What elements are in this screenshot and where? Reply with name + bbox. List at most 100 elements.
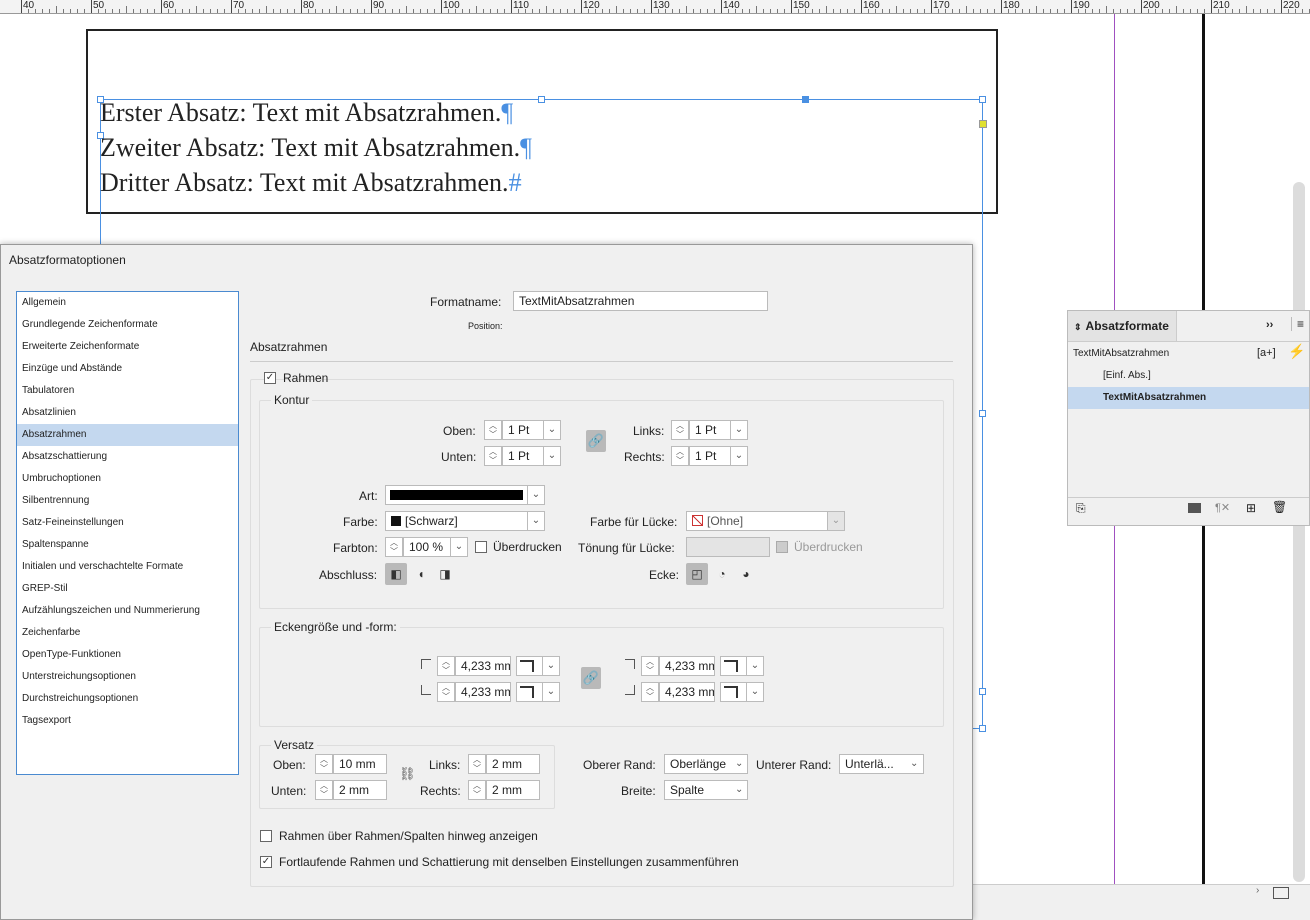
category-item[interactable]: OpenType-Funktionen [17, 644, 238, 666]
vertical-scrollbar[interactable] [1293, 182, 1305, 882]
toenung-luecke-input[interactable] [686, 537, 770, 557]
category-item[interactable]: Erweiterte Zeichenformate [17, 336, 238, 358]
frame-handle-br2[interactable] [979, 725, 986, 732]
category-list[interactable]: Allgemein Grundlegende Zeichenformate Erwe… [16, 291, 239, 775]
farbe-luecke-select[interactable]: [Ohne] [686, 511, 829, 531]
farbe-select[interactable]: [Schwarz] [385, 511, 528, 531]
category-item[interactable]: Grundlegende Zeichenformate [17, 314, 238, 336]
category-item[interactable]: Absatzschattierung [17, 446, 238, 468]
style-item[interactable]: [Einf. Abs.] [1068, 365, 1309, 387]
br-input[interactable]: 4,233 mm [659, 682, 715, 702]
versatz-rechts-stepper[interactable]: ︿ ﹀ [468, 780, 486, 800]
document-text[interactable]: Erster Absatz: Text mit Absatzrahmen.¶ Z… [100, 95, 532, 200]
split-view-icon[interactable] [1273, 887, 1289, 899]
tr-stepper[interactable]: ︿ ﹀ [641, 656, 659, 676]
farbe-luecke-dropdown[interactable]: ⌄ [827, 511, 845, 531]
art-select[interactable] [385, 485, 528, 505]
bevel-join-icon[interactable]: ◕ [735, 563, 757, 585]
category-item[interactable]: Durchstreichungsoptionen [17, 688, 238, 710]
style-list[interactable]: [Einf. Abs.] TextMitAbsatzrahmen [1068, 365, 1309, 497]
category-item[interactable]: Tagsexport [17, 710, 238, 732]
category-item[interactable]: Einzüge und Abstände [17, 358, 238, 380]
versatz-oben-input[interactable]: 10 mm [333, 754, 387, 774]
bl-input[interactable]: 4,233 mm [455, 682, 511, 702]
paragraph-2[interactable]: Zweiter Absatz: Text mit Absatzrahmen.¶ [100, 130, 532, 165]
rechts-input[interactable]: 1 Pt [689, 446, 731, 466]
new-from-selection-button[interactable]: [a+] [1257, 347, 1276, 359]
scroll-right-icon[interactable]: › [1256, 885, 1259, 896]
format-name-input[interactable]: TextMitAbsatzrahmen [513, 291, 768, 311]
new-style-icon[interactable]: ⊞ [1246, 501, 1256, 515]
panel-tab[interactable]: ⇕ Absatzformate [1068, 311, 1177, 341]
rechts-stepper[interactable]: ︿ ﹀ [671, 446, 689, 466]
category-item[interactable]: Absatzrahmen [17, 424, 238, 446]
panel-menu-icon[interactable]: ≡ [1291, 317, 1304, 331]
category-item[interactable]: Allgemein [17, 292, 238, 314]
bl-stepper[interactable]: ︿ ﹀ [437, 682, 455, 702]
br-stepper[interactable]: ︿ ﹀ [641, 682, 659, 702]
oben-input[interactable]: 1 Pt [502, 420, 544, 440]
tr-shape-select[interactable] [720, 656, 747, 676]
round-cap-icon[interactable]: ◖ [410, 563, 432, 585]
projecting-cap-icon[interactable]: ◨ [434, 563, 456, 585]
oben-stepper[interactable]: ︿ ﹀ [484, 420, 502, 440]
frame-handle-center[interactable] [802, 96, 809, 103]
category-item[interactable]: Aufzählungszeichen und Nummerierung [17, 600, 238, 622]
links-input[interactable]: 1 Pt [689, 420, 731, 440]
br-shape-select[interactable] [720, 682, 747, 702]
category-item[interactable]: Zeichenfarbe [17, 622, 238, 644]
category-item[interactable]: Absatzlinien [17, 402, 238, 424]
horizontal-ruler[interactable]: 40 50 60 70 80 90 100 110 120 130 140 150 160 170 180 1… [0, 0, 1310, 14]
category-item[interactable]: Tabulatoren [17, 380, 238, 402]
bl-shape-dropdown[interactable]: ⌄ [542, 682, 560, 702]
rechts-dropdown[interactable]: ⌄ [730, 446, 748, 466]
miter-join-icon[interactable]: ◰ [686, 563, 708, 585]
category-item[interactable]: Spaltenspanne [17, 534, 238, 556]
folder-icon[interactable] [1188, 503, 1201, 513]
link-corners-icon[interactable]: 🔗 [581, 667, 601, 689]
category-item[interactable]: Unterstreichungsoptionen [17, 666, 238, 688]
tr-shape-dropdown[interactable]: ⌄ [746, 656, 764, 676]
collapse-icon[interactable]: ⇕ [1074, 322, 1082, 332]
farbe-dropdown[interactable]: ⌄ [527, 511, 545, 531]
versatz-links-stepper[interactable]: ︿ ﹀ [468, 754, 486, 774]
versatz-unten-input[interactable]: 2 mm [333, 780, 387, 800]
versatz-links-input[interactable]: 2 mm [486, 754, 540, 774]
unten-input[interactable]: 1 Pt [502, 446, 544, 466]
category-item[interactable]: Umbruchoptionen [17, 468, 238, 490]
links-dropdown[interactable]: ⌄ [730, 420, 748, 440]
br-shape-dropdown[interactable]: ⌄ [746, 682, 764, 702]
style-item[interactable]: TextMitAbsatzrahmen [1068, 387, 1309, 409]
butt-cap-icon[interactable]: ◧ [385, 563, 407, 585]
paragraph-1[interactable]: Erster Absatz: Text mit Absatzrahmen.¶ [100, 95, 532, 130]
tl-shape-dropdown[interactable]: ⌄ [542, 656, 560, 676]
category-item[interactable]: Initialen und verschachtelte Formate [17, 556, 238, 578]
bl-shape-select[interactable] [516, 682, 543, 702]
tl-stepper[interactable]: ︿ ﹀ [437, 656, 455, 676]
clear-overrides-icon[interactable]: ¶✕ [1215, 501, 1230, 514]
ueberdrucken-checkbox[interactable] [475, 541, 487, 553]
versatz-unten-stepper[interactable]: ︿ ﹀ [315, 780, 333, 800]
unlink-offsets-icon[interactable]: ⛓ [399, 766, 416, 782]
versatz-oben-stepper[interactable]: ︿ ﹀ [315, 754, 333, 774]
option2-checkbox[interactable]: ✓ [260, 856, 272, 868]
ueberdrucken2-checkbox[interactable] [776, 541, 788, 553]
versatz-rechts-input[interactable]: 2 mm [486, 780, 540, 800]
category-item[interactable]: Silbentrennung [17, 490, 238, 512]
links-stepper[interactable]: ︿ ﹀ [671, 420, 689, 440]
farbton-dropdown[interactable]: ⌄ [450, 537, 468, 557]
unten-dropdown[interactable]: ⌄ [543, 446, 561, 466]
category-item[interactable]: Satz-Feineinstellungen [17, 512, 238, 534]
art-dropdown[interactable]: ⌄ [527, 485, 545, 505]
tr-input[interactable]: 4,233 mm [659, 656, 715, 676]
frame-handle-mr[interactable] [979, 410, 986, 417]
lightning-icon[interactable]: ⚡ [1288, 343, 1305, 360]
link-weights-icon[interactable]: 🔗 [586, 430, 606, 452]
rahmen-checkbox[interactable]: ✓ [264, 372, 276, 384]
frame-out-port[interactable] [979, 120, 987, 128]
farbton-stepper[interactable]: ︿ ﹀ [385, 537, 403, 557]
frame-handle-tm[interactable] [538, 96, 545, 103]
frame-handle-tr[interactable] [979, 96, 986, 103]
panel-expand-icon[interactable]: ›› [1266, 319, 1273, 331]
paragraph-3[interactable]: Dritter Absatz: Text mit Absatzrahmen.# [100, 165, 532, 200]
